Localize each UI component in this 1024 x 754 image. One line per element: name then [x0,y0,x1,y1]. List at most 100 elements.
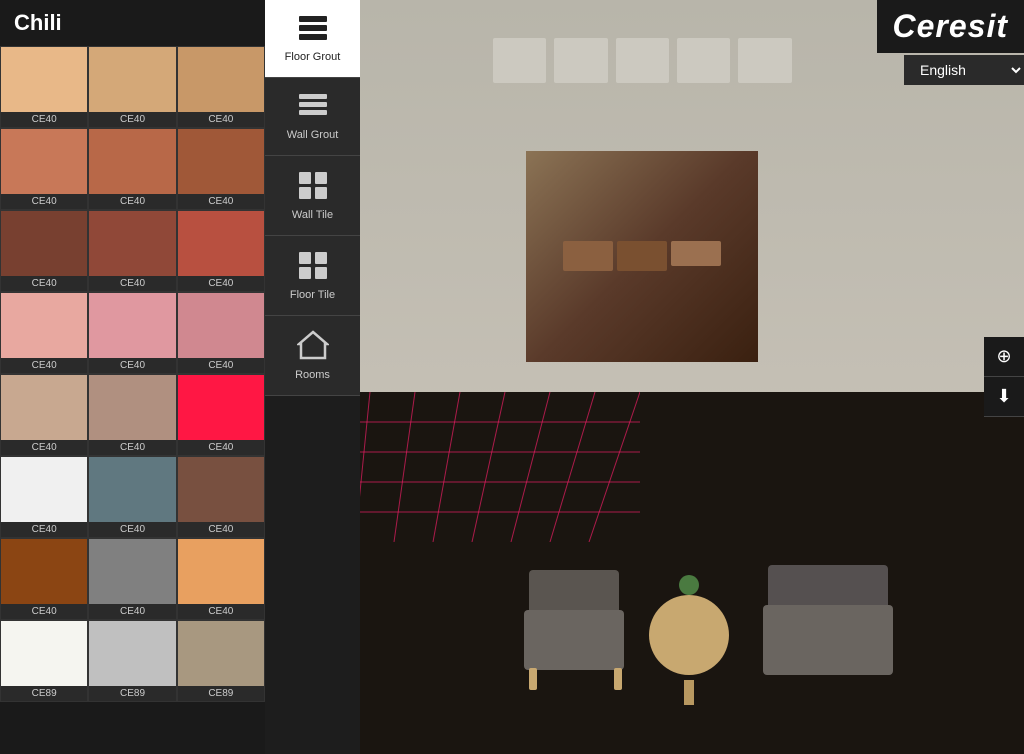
nav-label: Wall Grout [287,129,339,141]
color-cell-18[interactable]: CE40 [0,538,88,620]
color-swatch [1,621,87,686]
chair-leg [614,668,622,690]
nav-label: Floor Grout [285,51,341,63]
color-swatch [89,129,175,194]
color-cell-19[interactable]: CE40 [88,538,176,620]
color-label: CE40 [89,440,175,455]
chair-seat [524,610,624,670]
color-label: CE40 [89,604,175,619]
color-swatch [89,47,175,112]
fp-block [493,38,546,83]
color-swatch [89,293,175,358]
scene [360,0,1024,754]
floor-grout-icon [297,14,329,47]
color-label: CE40 [178,358,264,373]
color-label: CE40 [178,194,264,209]
color-swatch [178,47,264,112]
wall-tile-icon [297,170,329,205]
color-swatch [1,457,87,522]
header-bar: Ceresit EnglishDeutschFrançaisEspañolPol… [877,0,1024,85]
color-label: CE40 [89,522,175,537]
chair-leg [529,668,537,690]
color-cell-13[interactable]: CE40 [88,374,176,456]
fireplace-top [493,38,792,83]
logo-text: Ceresit [893,8,1009,45]
download-button[interactable]: ⬇ [984,377,1024,417]
panel-title: Chili [0,0,265,46]
color-swatch [1,211,87,276]
color-cell-2[interactable]: CE40 [177,46,265,128]
color-label: CE40 [89,276,175,291]
table-leg [684,680,694,705]
color-swatch [89,211,175,276]
color-label: CE40 [1,440,87,455]
color-label: CE40 [89,358,175,373]
table [644,595,734,685]
color-cell-8[interactable]: CE40 [177,210,265,292]
fp-block [616,38,669,83]
color-cell-3[interactable]: CE40 [0,128,88,210]
logo-area: Ceresit [877,0,1024,53]
nav-item-floor-tile[interactable]: Floor Tile [265,236,360,316]
color-label: CE40 [178,604,264,619]
color-label: CE89 [1,686,87,701]
nav-item-rooms[interactable]: Rooms [265,316,360,396]
color-swatch [1,47,87,112]
color-label: CE40 [1,358,87,373]
color-swatch [89,375,175,440]
color-cell-14[interactable]: CE40 [177,374,265,456]
color-cell-5[interactable]: CE40 [177,128,265,210]
left-panel: Chili CE40CE40CE40CE40CE40CE40CE40CE40CE… [0,0,265,754]
floor-tile-icon [297,250,329,285]
rooms-icon [297,330,329,365]
color-cell-11[interactable]: CE40 [177,292,265,374]
color-label: CE40 [1,522,87,537]
color-cell-23[interactable]: CE89 [177,620,265,702]
chair-left [514,570,644,690]
color-cell-21[interactable]: CE89 [0,620,88,702]
color-swatch [178,293,264,358]
color-grid-wrapper[interactable]: CE40CE40CE40CE40CE40CE40CE40CE40CE40CE40… [0,46,265,754]
nav-item-wall-grout[interactable]: Wall Grout [265,78,360,156]
color-swatch [178,129,264,194]
color-cell-22[interactable]: CE89 [88,620,176,702]
color-swatch [1,293,87,358]
color-swatch [1,129,87,194]
color-label: CE40 [1,112,87,127]
table-top [649,595,729,675]
nav-label: Floor Tile [290,289,335,301]
color-cell-10[interactable]: CE40 [88,292,176,374]
wall-grout-icon [297,92,329,125]
color-cell-7[interactable]: CE40 [88,210,176,292]
color-swatch [178,375,264,440]
color-cell-9[interactable]: CE40 [0,292,88,374]
download-icon: ⬇ [996,386,1011,407]
language-select[interactable]: EnglishDeutschFrançaisEspañolPolskiРусск… [904,55,1024,85]
color-cell-12[interactable]: CE40 [0,374,88,456]
color-cell-4[interactable]: CE40 [88,128,176,210]
color-label: CE89 [178,686,264,701]
nav-label: Rooms [295,369,330,381]
nav-item-wall-tile[interactable]: Wall Tile [265,156,360,236]
zoom-button[interactable]: ⊕ [984,337,1024,377]
floor-grid-svg [360,392,640,542]
color-cell-0[interactable]: CE40 [0,46,88,128]
color-cell-15[interactable]: CE40 [0,456,88,538]
color-cell-17[interactable]: CE40 [177,456,265,538]
color-cell-1[interactable]: CE40 [88,46,176,128]
nav-label: Wall Tile [292,209,333,221]
nav-item-floor-grout[interactable]: Floor Grout [265,0,360,78]
fp-block [554,38,607,83]
color-label: CE40 [1,194,87,209]
color-cell-16[interactable]: CE40 [88,456,176,538]
chair-right [753,555,903,695]
color-cell-6[interactable]: CE40 [0,210,88,292]
color-swatch [178,539,264,604]
color-label: CE89 [89,686,175,701]
color-label: CE40 [1,276,87,291]
color-swatch [1,375,87,440]
color-swatch [1,539,87,604]
chair-seat-right [763,605,893,675]
color-cell-20[interactable]: CE40 [177,538,265,620]
main-view: Ceresit EnglishDeutschFrançaisEspañolPol… [360,0,1024,754]
